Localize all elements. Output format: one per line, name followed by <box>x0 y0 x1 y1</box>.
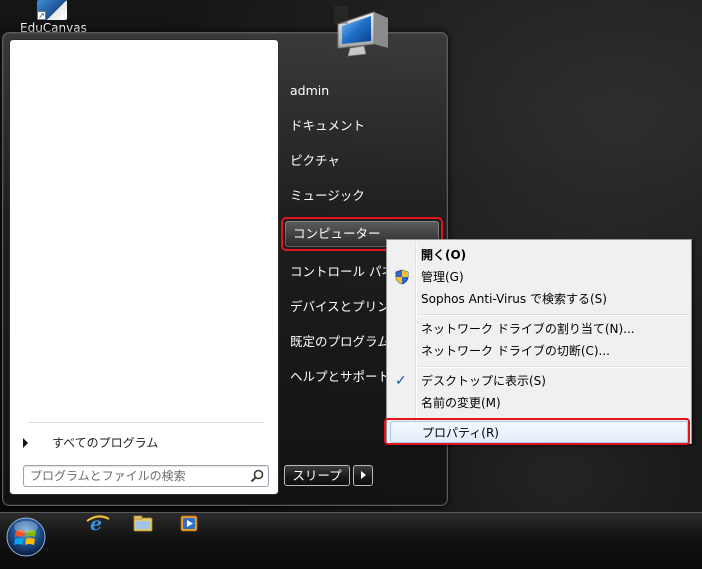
menu-item-sophos-scan[interactable]: Sophos Anti-Virus で検索する(S) <box>389 288 689 310</box>
menu-item-label: デスクトップに表示(S) <box>421 374 546 388</box>
checkmark-icon: ✓ <box>395 373 407 389</box>
arrow-right-icon <box>361 471 366 479</box>
menu-item-label: 開く(O) <box>421 248 467 262</box>
menu-item-label: 管理(G) <box>421 270 464 284</box>
start-right-music[interactable]: ミュージック <box>282 183 442 209</box>
menu-item-show-on-desktop[interactable]: ✓ デスクトップに表示(S) <box>389 370 689 392</box>
computer-icon <box>334 6 388 57</box>
properties-highlight-box <box>384 418 690 445</box>
shortcut-arrow-icon: ↗ <box>37 11 46 20</box>
menu-item-manage[interactable]: 管理(G) <box>389 266 689 288</box>
programs-divider <box>28 422 264 423</box>
start-right-documents[interactable]: ドキュメント <box>282 113 442 139</box>
start-search-input[interactable] <box>28 467 238 485</box>
search-icon <box>250 469 264 483</box>
media-player-icon[interactable] <box>170 513 210 535</box>
explorer-folder-icon[interactable] <box>124 513 164 535</box>
start-menu-programs-pane: すべてのプログラム <box>9 39 279 495</box>
all-programs-button[interactable]: すべてのプログラム <box>18 432 268 454</box>
menu-item-open[interactable]: 開く(O) <box>389 244 689 266</box>
menu-item-rename[interactable]: 名前の変更(M) <box>389 392 689 414</box>
menu-separator <box>418 366 689 367</box>
expand-arrow-icon <box>23 438 28 448</box>
context-menu: 開く(O) 管理(G) Sophos Anti-Virus で検索する(S) ネ… <box>386 239 692 444</box>
start-right-default-programs[interactable]: 既定のプログラム <box>282 329 386 355</box>
menu-separator <box>418 314 689 315</box>
start-orb-icon[interactable] <box>5 516 47 558</box>
all-programs-label: すべてのプログラム <box>52 436 159 450</box>
start-right-help-support[interactable]: ヘルプとサポート <box>282 364 386 390</box>
uac-shield-icon <box>395 269 409 285</box>
menu-item-disconnect-network-drive[interactable]: ネットワーク ドライブの切断(C)... <box>389 340 689 362</box>
menu-item-label: Sophos Anti-Virus で検索する(S) <box>421 292 607 306</box>
sleep-button[interactable]: スリープ <box>284 465 350 486</box>
menu-item-label: 名前の変更(M) <box>421 396 501 410</box>
menu-item-label: ネットワーク ドライブの切断(C)... <box>421 344 611 358</box>
start-right-pictures[interactable]: ピクチャ <box>282 148 442 174</box>
menu-item-label: ネットワーク ドライブの割り当て(N)... <box>421 322 635 336</box>
internet-explorer-icon[interactable]: e <box>78 513 118 535</box>
menu-item-map-network-drive[interactable]: ネットワーク ドライブの割り当て(N)... <box>389 318 689 340</box>
start-search-box[interactable] <box>23 465 269 487</box>
start-right-control-panel[interactable]: コントロール パネル <box>282 259 386 285</box>
start-right-devices-printers[interactable]: デバイスとプリンター <box>282 294 386 320</box>
shutdown-options-button[interactable] <box>353 465 373 486</box>
start-right-admin[interactable]: admin <box>282 78 442 104</box>
desktop-shortcut[interactable]: ↗ EduCanvas <box>20 0 87 35</box>
